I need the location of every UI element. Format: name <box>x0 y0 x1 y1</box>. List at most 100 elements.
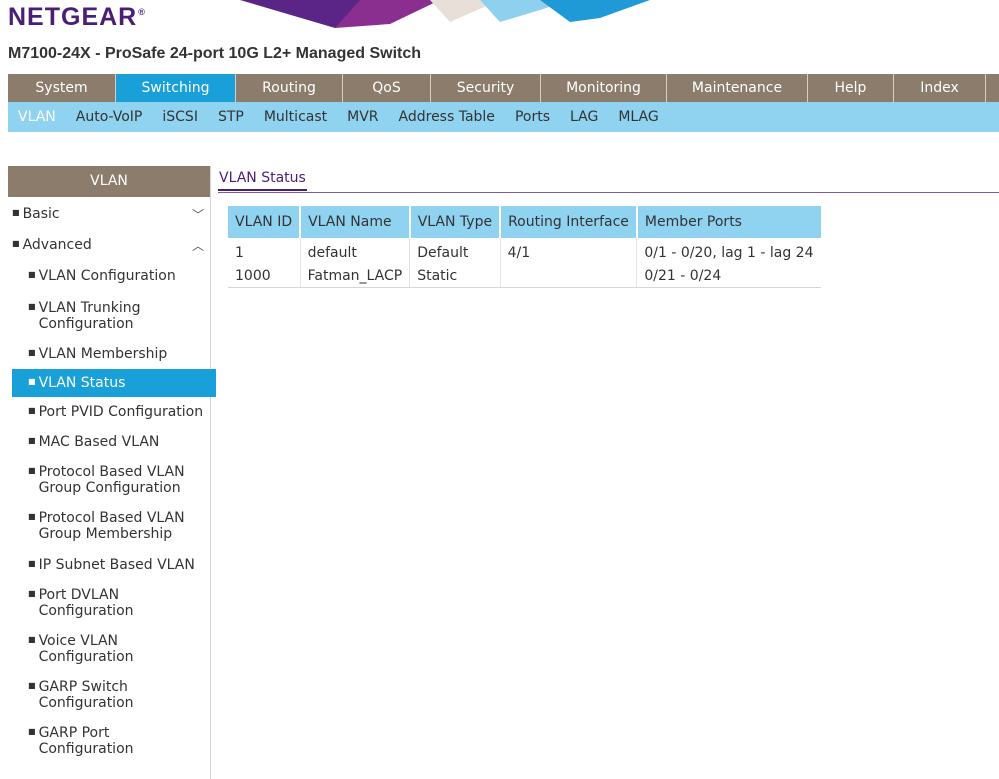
sidebar-item-label-line: GARP Switch <box>38 679 128 695</box>
sidebar-item-label: GARP Port Configuration <box>39 725 134 757</box>
bullet-icon: ■ <box>28 302 36 311</box>
bullet-icon: ■ <box>28 466 36 475</box>
sidebar-item-label: Protocol Based VLAN Group Membership <box>39 510 185 542</box>
registered-mark-icon: ® <box>138 7 146 17</box>
table-cell-vlan-type: Default <box>409 238 501 264</box>
chevron-up-icon[interactable]: ︿ <box>192 237 204 254</box>
table-cell-routing-interface <box>500 264 638 288</box>
tab-security[interactable]: Security <box>431 74 541 102</box>
sidebar-item-vlan-membership[interactable]: ■ VLAN Membership <box>28 346 206 364</box>
subtab-iscsi[interactable]: iSCSI <box>152 102 208 132</box>
column-header-routing-interface[interactable]: Routing Interface <box>500 206 638 238</box>
bullet-icon: ■ <box>28 727 36 736</box>
bullet-icon: ■ <box>12 239 20 248</box>
sidebar-item-label: Port DVLAN Configuration <box>39 587 134 619</box>
sidebar-item-label-line: Configuration <box>38 603 134 619</box>
sidebar-item-label-line: Configuration <box>38 741 134 757</box>
sidebar-item-garp-port-configuration[interactable]: ■ GARP Port Configuration <box>28 725 206 757</box>
table-cell-member-ports: 0/1 - 0/20, lag 1 - lag 24 <box>644 244 814 261</box>
sidebar-title: VLAN <box>8 166 210 197</box>
subtab-auto-voip[interactable]: Auto-VoIP <box>66 102 153 132</box>
sidebar-item-label-line: Group Membership <box>38 526 173 542</box>
bullet-icon: ■ <box>28 406 36 415</box>
table-cell-vlan-id: 1 <box>228 238 301 264</box>
sidebar-item-label-line: IP Subnet Based VLAN <box>38 557 195 573</box>
bullet-icon: ■ <box>28 681 36 690</box>
table-cell-vlan-name: default <box>300 238 411 264</box>
tab-index[interactable]: Index <box>894 74 986 102</box>
sidebar-item-label: Port PVID Configuration <box>39 404 204 420</box>
subtab-mvr[interactable]: MVR <box>337 102 388 132</box>
subtab-multicast[interactable]: Multicast <box>254 102 337 132</box>
subtab-vlan[interactable]: VLAN <box>8 102 66 132</box>
sidebar-item-label-line: Protocol Based VLAN <box>38 464 185 480</box>
tab-routing[interactable]: Routing <box>236 74 343 102</box>
tab-monitoring[interactable]: Monitoring <box>541 74 667 102</box>
sidebar-item-label: VLAN Status <box>39 369 126 397</box>
tab-maintenance[interactable]: Maintenance <box>667 74 808 102</box>
sidebar-item-label-line: Protocol Based VLAN <box>38 510 185 526</box>
sidebar-item-label-line: VLAN Status <box>38 375 126 391</box>
sidebar-item-label-line: Configuration <box>38 316 134 332</box>
sidebar-item-label-line: Port DVLAN <box>38 587 120 603</box>
tab-help[interactable]: Help <box>808 74 894 102</box>
column-header-vlan-id[interactable]: VLAN ID <box>228 206 302 238</box>
sidebar-item-label-line: Voice VLAN <box>38 633 119 649</box>
chevron-down-icon[interactable]: ﹀ <box>192 206 204 223</box>
sidebar-item-label-line: VLAN Membership <box>38 346 168 362</box>
subtab-address-table[interactable]: Address Table <box>389 102 505 132</box>
sidebar-item-label: MAC Based VLAN <box>39 434 160 450</box>
sub-navigation: VLAN Auto-VoIP iSCSI STP Multicast MVR Address… <box>8 102 999 132</box>
sidebar-item-port-dvlan-configuration[interactable]: ■ Port DVLAN Configuration <box>28 587 206 619</box>
subtab-ports[interactable]: Ports <box>505 102 560 132</box>
tab-switching[interactable]: Switching <box>116 74 236 102</box>
sidebar-item-label-line: Configuration <box>38 695 134 711</box>
sidebar-item-port-pvid-configuration[interactable]: ■ Port PVID Configuration <box>28 404 206 422</box>
column-header-vlan-name[interactable]: VLAN Name <box>300 206 411 238</box>
sidebar-group-basic[interactable]: ■ Basic ﹀ <box>12 206 208 222</box>
table-header-row: VLAN ID VLAN Name VLAN Type Routing Interfa… <box>228 206 821 238</box>
tab-vlan-status[interactable]: VLAN Status <box>218 170 307 191</box>
sidebar-item-mac-based-vlan[interactable]: ■ MAC Based VLAN <box>28 434 206 452</box>
tab-system[interactable]: System <box>8 74 116 102</box>
subtab-lag[interactable]: LAG <box>560 102 608 132</box>
bullet-icon: ■ <box>28 348 36 357</box>
sidebar-item-protocol-based-vlan-group-membership[interactable]: ■ Protocol Based VLAN Group Membership <box>28 510 206 542</box>
sidebar-item-label: Protocol Based VLAN Group Configuration <box>39 464 185 496</box>
table-cell-member-ports: 0/21 - 0/24 <box>636 264 821 288</box>
sidebar-item-label-line: VLAN Trunking <box>38 300 141 316</box>
sidebar-item-label: VLAN Configuration <box>39 268 176 284</box>
sidebar-item-label: GARP Switch Configuration <box>39 679 134 711</box>
device-model-title: M7100-24X - ProSafe 24-port 10G L2+ Mana… <box>8 45 422 62</box>
sidebar-item-label-line: Configuration <box>38 649 134 665</box>
sidebar-item-vlan-configuration[interactable]: ■ VLAN Configuration <box>28 268 206 286</box>
table-cell-vlan-type: Static <box>409 264 501 288</box>
table-row[interactable]: 1000 Fatman_LACP Static 0/21 - 0/24 <box>228 264 821 288</box>
bullet-icon: ■ <box>12 208 20 217</box>
sidebar-group-advanced[interactable]: ■ Advanced ︿ <box>12 237 208 253</box>
sidebar-item-ip-subnet-based-vlan[interactable]: ■ IP Subnet Based VLAN <box>28 557 206 575</box>
sidebar-item-voice-vlan-configuration[interactable]: ■ Voice VLAN Configuration <box>28 633 206 665</box>
sidebar-item-vlan-trunking-configuration[interactable]: ■ VLAN Trunking Configuration <box>28 300 206 332</box>
main-navigation: System Switching Routing QoS Security Monitor… <box>8 74 999 102</box>
sidebar-item-vlan-status[interactable]: ■ VLAN Status <box>12 369 216 397</box>
sidebar-item-garp-switch-configuration[interactable]: ■ GARP Switch Configuration <box>28 679 206 711</box>
column-header-vlan-type[interactable]: VLAN Type <box>409 206 502 238</box>
bullet-icon: ■ <box>28 635 36 644</box>
sidebar-item-label-line: MAC Based VLAN <box>38 434 160 450</box>
bullet-icon: ■ <box>28 559 36 568</box>
netgear-logo: NETGEAR® <box>8 3 146 31</box>
table-cell-vlan-name: Fatman_LACP <box>300 264 411 288</box>
sidebar-item-label-line: GARP Port <box>38 725 110 741</box>
column-header-member-ports[interactable]: Member Ports <box>636 206 821 238</box>
subtab-mlag[interactable]: MLAG <box>608 102 668 132</box>
tab-divider <box>218 192 999 193</box>
sidebar-item-label-line: Group Configuration <box>38 480 181 496</box>
subtab-stp[interactable]: STP <box>208 102 254 132</box>
tab-qos[interactable]: QoS <box>343 74 431 102</box>
sidebar-item-protocol-based-vlan-group-configuration[interactable]: ■ Protocol Based VLAN Group Configuration <box>28 464 206 496</box>
bullet-icon: ■ <box>28 377 36 386</box>
table-row[interactable]: 1 default Default 4/1 0/1 - 0/20, lag 1 - la… <box>228 238 821 264</box>
bullet-icon: ■ <box>28 436 36 445</box>
table-cell-routing-interface: 4/1 <box>500 238 638 264</box>
